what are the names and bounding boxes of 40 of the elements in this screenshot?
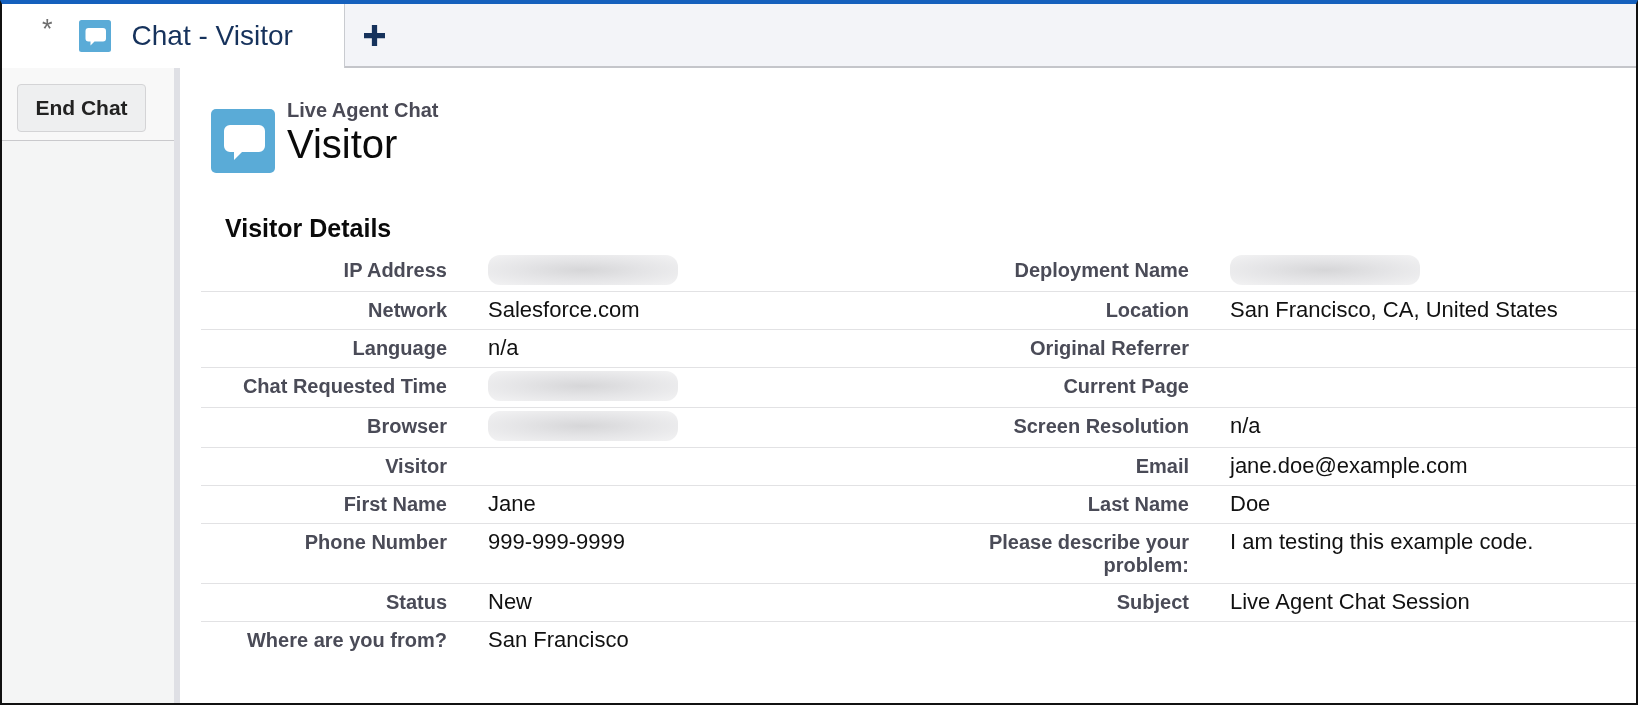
field-value: n/a [1230,413,1261,439]
field-value: 999-999-9999 [488,529,625,555]
field-value: Live Agent Chat Session [1230,589,1470,615]
field-label: Screen Resolution [1013,415,1189,438]
field-label: Subject [1116,591,1189,614]
field-label: Original Referrer [1030,337,1189,360]
tab[interactable]: * Chat - Visitor [2,4,345,68]
field-label: First Name [343,493,447,516]
field-value: Jane [488,491,536,517]
section-title: Visitor Details [225,213,392,243]
field-label: Browser [366,415,447,438]
field-value: San Francisco, CA, United States [1230,297,1558,323]
field-value: n/a [488,335,519,361]
field-label: Last Name [1087,493,1189,516]
field-label: Status [385,591,447,614]
field-label: Email [1135,455,1189,478]
field-value: Doe [1230,491,1271,517]
field-value: New [488,589,532,615]
field-value: jane.doe@example.com [1230,453,1468,479]
field-label: Where are you from? [246,629,447,652]
field-value: I am testing this example code. [1230,529,1534,555]
field-label: Language [352,337,447,360]
end-chat-button[interactable]: End Chat [17,84,146,132]
record-type-label: Live Agent Chat [287,98,439,122]
chat-bubble-icon [78,20,111,52]
field-label: Current Page [1063,375,1189,398]
field-label: Deployment Name [1014,259,1189,282]
field-label: Phone Number [304,531,447,554]
plus-icon [363,24,385,46]
field-label: Location [1105,299,1189,322]
field-label: Visitor [385,455,447,478]
field-label: Please describe your problem: [987,531,1189,577]
field-label: IP Address [343,259,447,282]
field-value: Salesforce.com [488,297,640,323]
unsaved-marker: * [42,16,53,43]
field-value: San Francisco [488,627,629,653]
field-label: Network [368,299,447,322]
field-label: Chat Requested Time [242,375,447,398]
chat-bubble-icon [211,109,275,173]
record-title: Visitor [287,122,399,166]
